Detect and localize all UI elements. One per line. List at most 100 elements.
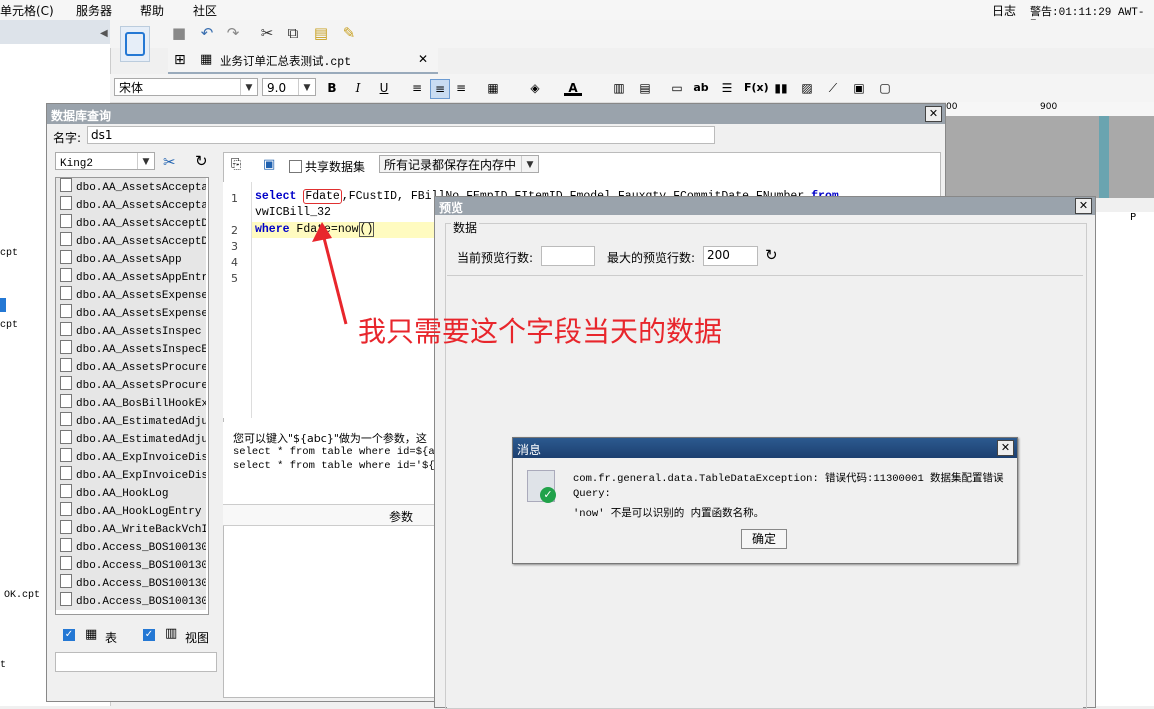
paste-icon[interactable]: ▤ [312, 24, 330, 42]
border-icon[interactable]: ▦ [484, 79, 502, 97]
table-list-item[interactable]: dbo.AA_ExpInvoiceDistr [56, 466, 206, 484]
subreport-icon[interactable]: ▣ [850, 79, 868, 97]
font-color-icon[interactable]: A [564, 79, 582, 96]
insert-row-icon[interactable]: ▭ [668, 79, 686, 97]
table-list-item[interactable]: dbo.AA_AssetsInspec [56, 322, 206, 340]
table-list-item[interactable]: dbo.AA_AssetsAcceptDis [56, 232, 206, 250]
connection-select[interactable]: King2 ▼ [55, 152, 155, 170]
max-rows-input[interactable]: 200 [703, 246, 758, 266]
close-icon[interactable]: ✕ [997, 440, 1014, 456]
copy-icon[interactable]: ⧉ [284, 24, 302, 42]
chart-icon[interactable]: ▮▮ [772, 79, 790, 97]
table-list-item[interactable]: dbo.AA_AssetsInspecEnt [56, 340, 206, 358]
align-right-icon[interactable]: ≡ [452, 79, 470, 97]
current-rows-input[interactable] [541, 246, 595, 266]
table-list-item[interactable]: dbo.AA_AssetsExpenseIn [56, 304, 206, 322]
table-list-item[interactable]: dbo.AA_WriteBackVchInf [56, 520, 206, 538]
underline-icon[interactable]: U [375, 79, 393, 97]
save-icon[interactable]: ■ [170, 24, 188, 42]
fill-color-icon[interactable]: ◈ [526, 79, 544, 97]
undo-icon[interactable]: ↶ [198, 24, 216, 42]
table-checkbox[interactable]: ✓ [63, 629, 75, 641]
dataset-icon[interactable] [120, 26, 150, 62]
merge-cell-icon[interactable]: ▥ [610, 79, 628, 97]
file-fragment[interactable]: cpt [0, 248, 18, 259]
chevron-left-icon[interactable]: ◀ [100, 28, 108, 39]
ok-button[interactable]: 确定 [741, 529, 787, 549]
close-icon[interactable]: ✕ [1075, 198, 1092, 214]
image-icon[interactable]: ▨ [798, 79, 816, 97]
file-fragment[interactable]: t [0, 660, 6, 671]
preview-query-icon[interactable]: ⎘ [231, 157, 241, 172]
table-list-item[interactable]: dbo.Access_BOS1001302 [56, 574, 206, 592]
align-center-icon[interactable]: ≡ [430, 79, 450, 99]
table-name: dbo.AA_AssetsAcceptanc [76, 182, 206, 194]
grid-icon[interactable]: ⊞ [174, 52, 186, 68]
table-list-item[interactable]: dbo.AA_AssetsProcureme [56, 376, 206, 394]
table-name: dbo.AA_BosBillHookExpr [76, 398, 206, 410]
redo-icon[interactable]: ↷ [224, 24, 242, 42]
dataset-name-input[interactable]: ds1 [87, 126, 715, 144]
formula-icon[interactable]: F(x) [744, 79, 769, 97]
table-name: dbo.AA_AssetsInspecEnt [76, 344, 206, 356]
table-list-item[interactable]: dbo.AA_EstimatedAdjust [56, 430, 206, 448]
connection-settings-icon[interactable]: ✂ [163, 153, 176, 171]
table-icon [60, 502, 72, 516]
table-list-item[interactable]: dbo.AA_BosBillHookExpr [56, 394, 206, 412]
font-size-select[interactable]: 9.0 ▼ [262, 78, 316, 96]
file-fragment[interactable]: cpt [0, 320, 18, 331]
close-tab-icon[interactable]: ✕ [418, 52, 428, 66]
hint-line-1: 您可以键入"${abc}"做为一个参数，这 [233, 432, 427, 445]
bold-icon[interactable]: B [323, 79, 341, 97]
file-fragment[interactable]: OK.cpt [4, 590, 40, 601]
text-cell-icon[interactable]: ab [692, 79, 710, 97]
table-icon [60, 304, 72, 318]
share-dataset-checkbox[interactable] [289, 160, 302, 173]
table-list-item[interactable]: dbo.AA_AssetsAcceptanc [56, 196, 206, 214]
table-list-item[interactable]: dbo.AA_HookLog [56, 484, 206, 502]
table-list-item[interactable]: dbo.Access_BOS1001303 [56, 592, 206, 610]
table-list-item[interactable]: dbo.AA_ExpInvoiceDistr [56, 448, 206, 466]
table-list-item[interactable]: dbo.Access_BOS1001300 [56, 538, 206, 556]
italic-icon[interactable]: I [349, 79, 367, 97]
format-painter-icon[interactable]: ✎ [340, 24, 358, 42]
tab-report[interactable]: 业务订单汇总表测试.cpt [220, 53, 351, 69]
table-list-item[interactable]: dbo.AA_AssetsAcceptanc [56, 178, 206, 196]
refresh-icon[interactable]: ↻ [765, 246, 778, 264]
slash-icon[interactable]: ⟋ [824, 79, 842, 97]
table-list-item[interactable]: dbo.AA_HookLogEntry [56, 502, 206, 520]
cut-icon[interactable]: ✂ [258, 24, 276, 42]
view-checkbox[interactable]: ✓ [143, 629, 155, 641]
table-icon [60, 484, 72, 498]
table-list-item[interactable]: dbo.AA_AssetsApp [56, 250, 206, 268]
sheet-area[interactable]: P [1096, 212, 1154, 706]
menu-server[interactable]: 服务器 [76, 2, 112, 19]
menu-community[interactable]: 社区 [193, 2, 217, 19]
log-button[interactable]: 日志 [992, 2, 1016, 19]
group-label: 数据 [451, 219, 480, 236]
more-cell-icon[interactable]: ▢ [876, 79, 894, 97]
menu-bar: 单元格(C) 服务器 帮助 社区 日志 警告:01:11:29 AWT-Ev [0, 0, 1154, 31]
table-list[interactable]: dbo.AA_AssetsAcceptanc dbo.AA_AssetsAccep… [55, 177, 209, 615]
message-title-bar: 消息 ✕ [513, 438, 1017, 458]
storage-mode-select[interactable]: 所有记录都保存在内存中 ▼ [379, 155, 539, 173]
name-label: 名字: [53, 131, 82, 145]
menu-help[interactable]: 帮助 [140, 2, 164, 19]
align-left-icon[interactable]: ≡ [408, 79, 426, 97]
table-list-item[interactable]: dbo.AA_AssetsAcceptDis [56, 214, 206, 232]
split-cell-icon[interactable]: ▤ [636, 79, 654, 97]
refresh-icon[interactable]: ↻ [195, 152, 208, 170]
table-filter-input[interactable] [55, 652, 217, 672]
close-icon[interactable]: ✕ [925, 106, 942, 122]
query-param-icon[interactable]: ▣ [263, 157, 275, 172]
table-list-item[interactable]: dbo.AA_AssetsProcureme [56, 358, 206, 376]
table-name: dbo.AA_HookLog [76, 488, 169, 500]
table-list-item[interactable]: dbo.AA_EstimatedAdjust [56, 412, 206, 430]
paragraph-icon[interactable]: ☰ [718, 79, 736, 97]
table-list-item[interactable]: dbo.Access_BOS1001301 [56, 556, 206, 574]
table-list-item[interactable]: dbo.AA_AssetsAppEntry [56, 268, 206, 286]
message-title: 消息 [517, 443, 542, 457]
table-list-item[interactable]: dbo.AA_AssetsExpenseIn [56, 286, 206, 304]
menu-cell[interactable]: 单元格(C) [0, 2, 54, 19]
font-family-select[interactable]: 宋体 ▼ [114, 78, 258, 96]
